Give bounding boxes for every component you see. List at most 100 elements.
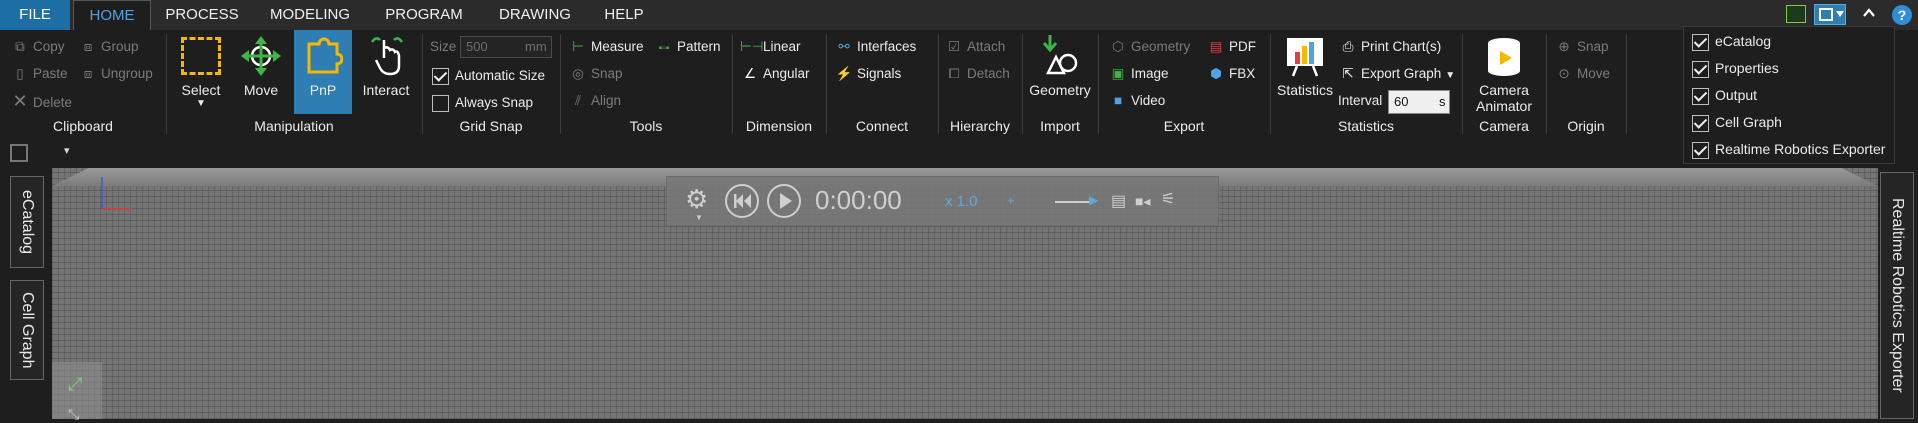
side-tab-realtime-robotics-exporter[interactable]: Realtime Robotics Exporter — [1880, 172, 1914, 419]
panel-menu-item-properties[interactable]: Properties — [1692, 56, 1779, 80]
side-tab-ecatalog[interactable]: eCatalog — [10, 176, 44, 268]
import-geometry-button[interactable]: Geometry — [1026, 30, 1094, 116]
interact-button[interactable]: Interact — [358, 30, 414, 116]
origin-snap-button[interactable]: ⊕ Snap — [1554, 36, 1608, 58]
statistics-button[interactable]: Statistics — [1274, 30, 1336, 116]
group-label-grid-snap: Grid Snap — [459, 118, 523, 134]
group-label-export: Export — [1163, 118, 1205, 134]
fit-view-icon[interactable]: ⤢ — [68, 374, 82, 395]
detach-label: Detach — [967, 66, 1010, 81]
axis-gizmo-icon — [100, 175, 134, 213]
copy-button[interactable]: ⧉ Copy — [10, 36, 65, 58]
side-tab-cell-graph[interactable]: Cell Graph — [10, 280, 44, 380]
select-button[interactable]: Select ▼ — [174, 30, 228, 116]
tab-modeling[interactable]: MODELING — [260, 0, 360, 30]
tab-home[interactable]: HOME — [73, 0, 151, 30]
panel-menu-item-ecatalog[interactable]: eCatalog — [1692, 29, 1771, 53]
camera-animator-button[interactable]: Camera Animator — [1464, 30, 1544, 116]
export-geometry-button[interactable]: ⬡ Geometry — [1108, 36, 1190, 58]
zoom-view-icon[interactable]: ⤡ — [68, 406, 79, 423]
move-label: Move — [243, 82, 279, 98]
left-dock: eCatalog Cell Graph — [0, 168, 52, 419]
crosshair-icon: ⊕ — [1558, 39, 1570, 54]
attach-button[interactable]: ☑ Attach — [944, 36, 1005, 58]
copy-icon: ⧉ — [15, 39, 25, 54]
tab-file[interactable]: FILE — [0, 0, 70, 30]
interval-input[interactable]: 60 s — [1388, 90, 1450, 114]
signals-button[interactable]: ⚡ Signals — [834, 63, 902, 85]
simulation-speed[interactable]: x 1.0 — [945, 193, 978, 210]
puzzle-icon — [307, 37, 343, 74]
side-tab-cell-graph-label: Cell Graph — [19, 291, 36, 369]
simulation-playback-bar: ⚙ ▼ 0:00:00 x 1.0 + ▶ ▤ ■◂ ⚟ — [666, 176, 1219, 226]
tab-drawing[interactable]: DRAWING — [486, 0, 584, 30]
export-pdf-button[interactable]: ▤ PDF — [1206, 36, 1256, 58]
play-icon — [780, 193, 792, 209]
camera-animator-label-1: Camera — [1479, 82, 1529, 98]
delete-icon: ✕ — [12, 91, 28, 111]
always-snap-checkbox[interactable]: Always Snap — [432, 92, 533, 114]
panel-menu-item-cell-graph[interactable]: Cell Graph — [1692, 110, 1782, 134]
export-video-button[interactable]: ■ Video — [1108, 90, 1165, 112]
help-icon[interactable]: ? — [1892, 5, 1912, 25]
grid-size-label: Size — [430, 39, 457, 54]
automatic-size-checkbox[interactable]: Automatic Size — [432, 65, 545, 87]
simulation-time: 0:00:00 — [815, 185, 902, 215]
filter-icon[interactable]: ⚟ — [1161, 189, 1175, 209]
tab-program[interactable]: PROGRAM — [374, 0, 474, 30]
layout-icon[interactable] — [1786, 5, 1806, 23]
video-record-icon[interactable]: ■◂ — [1135, 193, 1150, 210]
align-button[interactable]: ⫽ Align — [568, 90, 621, 112]
linear-button[interactable]: ⊢⊣Linear — [740, 36, 801, 58]
statistics-chart-icon — [1287, 38, 1323, 77]
panels-dropdown-menu: eCatalog Properties Output Cell Graph Re… — [1683, 26, 1895, 164]
move-button[interactable]: Move — [234, 30, 288, 116]
pnp-button[interactable]: PnP — [294, 30, 352, 114]
chevron-down-icon — [1836, 11, 1844, 17]
paste-label: Paste — [33, 66, 68, 81]
origin-move-button[interactable]: ⊙ Move — [1554, 63, 1610, 85]
interfaces-button[interactable]: ⚯ Interfaces — [834, 36, 916, 58]
import-geometry-icon — [1042, 35, 1078, 75]
speed-slider[interactable] — [1055, 201, 1091, 203]
slider-arrow-icon: ▶ — [1089, 193, 1099, 207]
collapse-ribbon-icon[interactable] — [1862, 6, 1876, 20]
print-charts-button[interactable]: ⎙ Print Chart(s) — [1338, 36, 1442, 58]
ungroup-button[interactable]: ⧈ Ungroup — [78, 63, 153, 85]
menu-bar: FILE HOME PROCESS MODELING PROGRAM DRAWI… — [0, 0, 1918, 30]
group-label-hierarchy: Hierarchy — [950, 118, 1010, 134]
measure-button[interactable]: ⊢ Measure — [568, 36, 643, 58]
copy-label: Copy — [33, 39, 65, 54]
fbx-cube-icon: ⬢ — [1210, 66, 1222, 81]
export-fbx-button[interactable]: ⬢ FBX — [1206, 63, 1255, 85]
pdf-export-icon[interactable]: ▤ — [1111, 191, 1126, 211]
interval-unit: s — [1439, 94, 1446, 109]
detach-button[interactable]: ⧠ Detach — [944, 63, 1010, 85]
panel-menu-item-realtime-robotics-exporter[interactable]: Realtime Robotics Exporter — [1692, 137, 1885, 161]
image-icon: ▣ — [1111, 66, 1125, 81]
grid-size-input[interactable]: 500 mm — [460, 36, 552, 58]
panel-layout-icon — [1819, 8, 1833, 21]
save-icon[interactable] — [10, 144, 28, 162]
panel-menu-label: Output — [1715, 87, 1758, 103]
delete-button[interactable]: ✕ Delete — [10, 90, 72, 112]
tab-process[interactable]: PROCESS — [158, 0, 246, 30]
pattern-button[interactable]: ▪▫▪ Pattern — [654, 36, 721, 58]
panel-menu-item-output[interactable]: Output — [1692, 83, 1757, 107]
export-image-button[interactable]: ▣ Image — [1108, 63, 1169, 85]
export-graph-button[interactable]: ⇱ Export Graph ▼ — [1338, 63, 1455, 85]
play-button[interactable] — [767, 184, 801, 218]
angular-label: Angular — [763, 66, 810, 81]
paste-button[interactable]: ▯ Paste — [10, 63, 68, 85]
customize-toolbar-icon[interactable]: ▾ — [64, 144, 70, 157]
tab-help[interactable]: HELP — [590, 0, 658, 30]
gear-icon[interactable]: ⚙ — [685, 184, 708, 215]
export-fbx-label: FBX — [1229, 66, 1256, 81]
angular-button[interactable]: ∠ Angular — [740, 63, 810, 85]
always-snap-label: Always Snap — [455, 95, 534, 110]
panels-toggle-button[interactable] — [1814, 4, 1846, 25]
group-label: Group — [101, 39, 139, 54]
tools-snap-button[interactable]: ◎ Snap — [568, 63, 622, 85]
group-button[interactable]: ⧈ Group — [78, 36, 139, 58]
reset-button[interactable] — [725, 184, 759, 218]
